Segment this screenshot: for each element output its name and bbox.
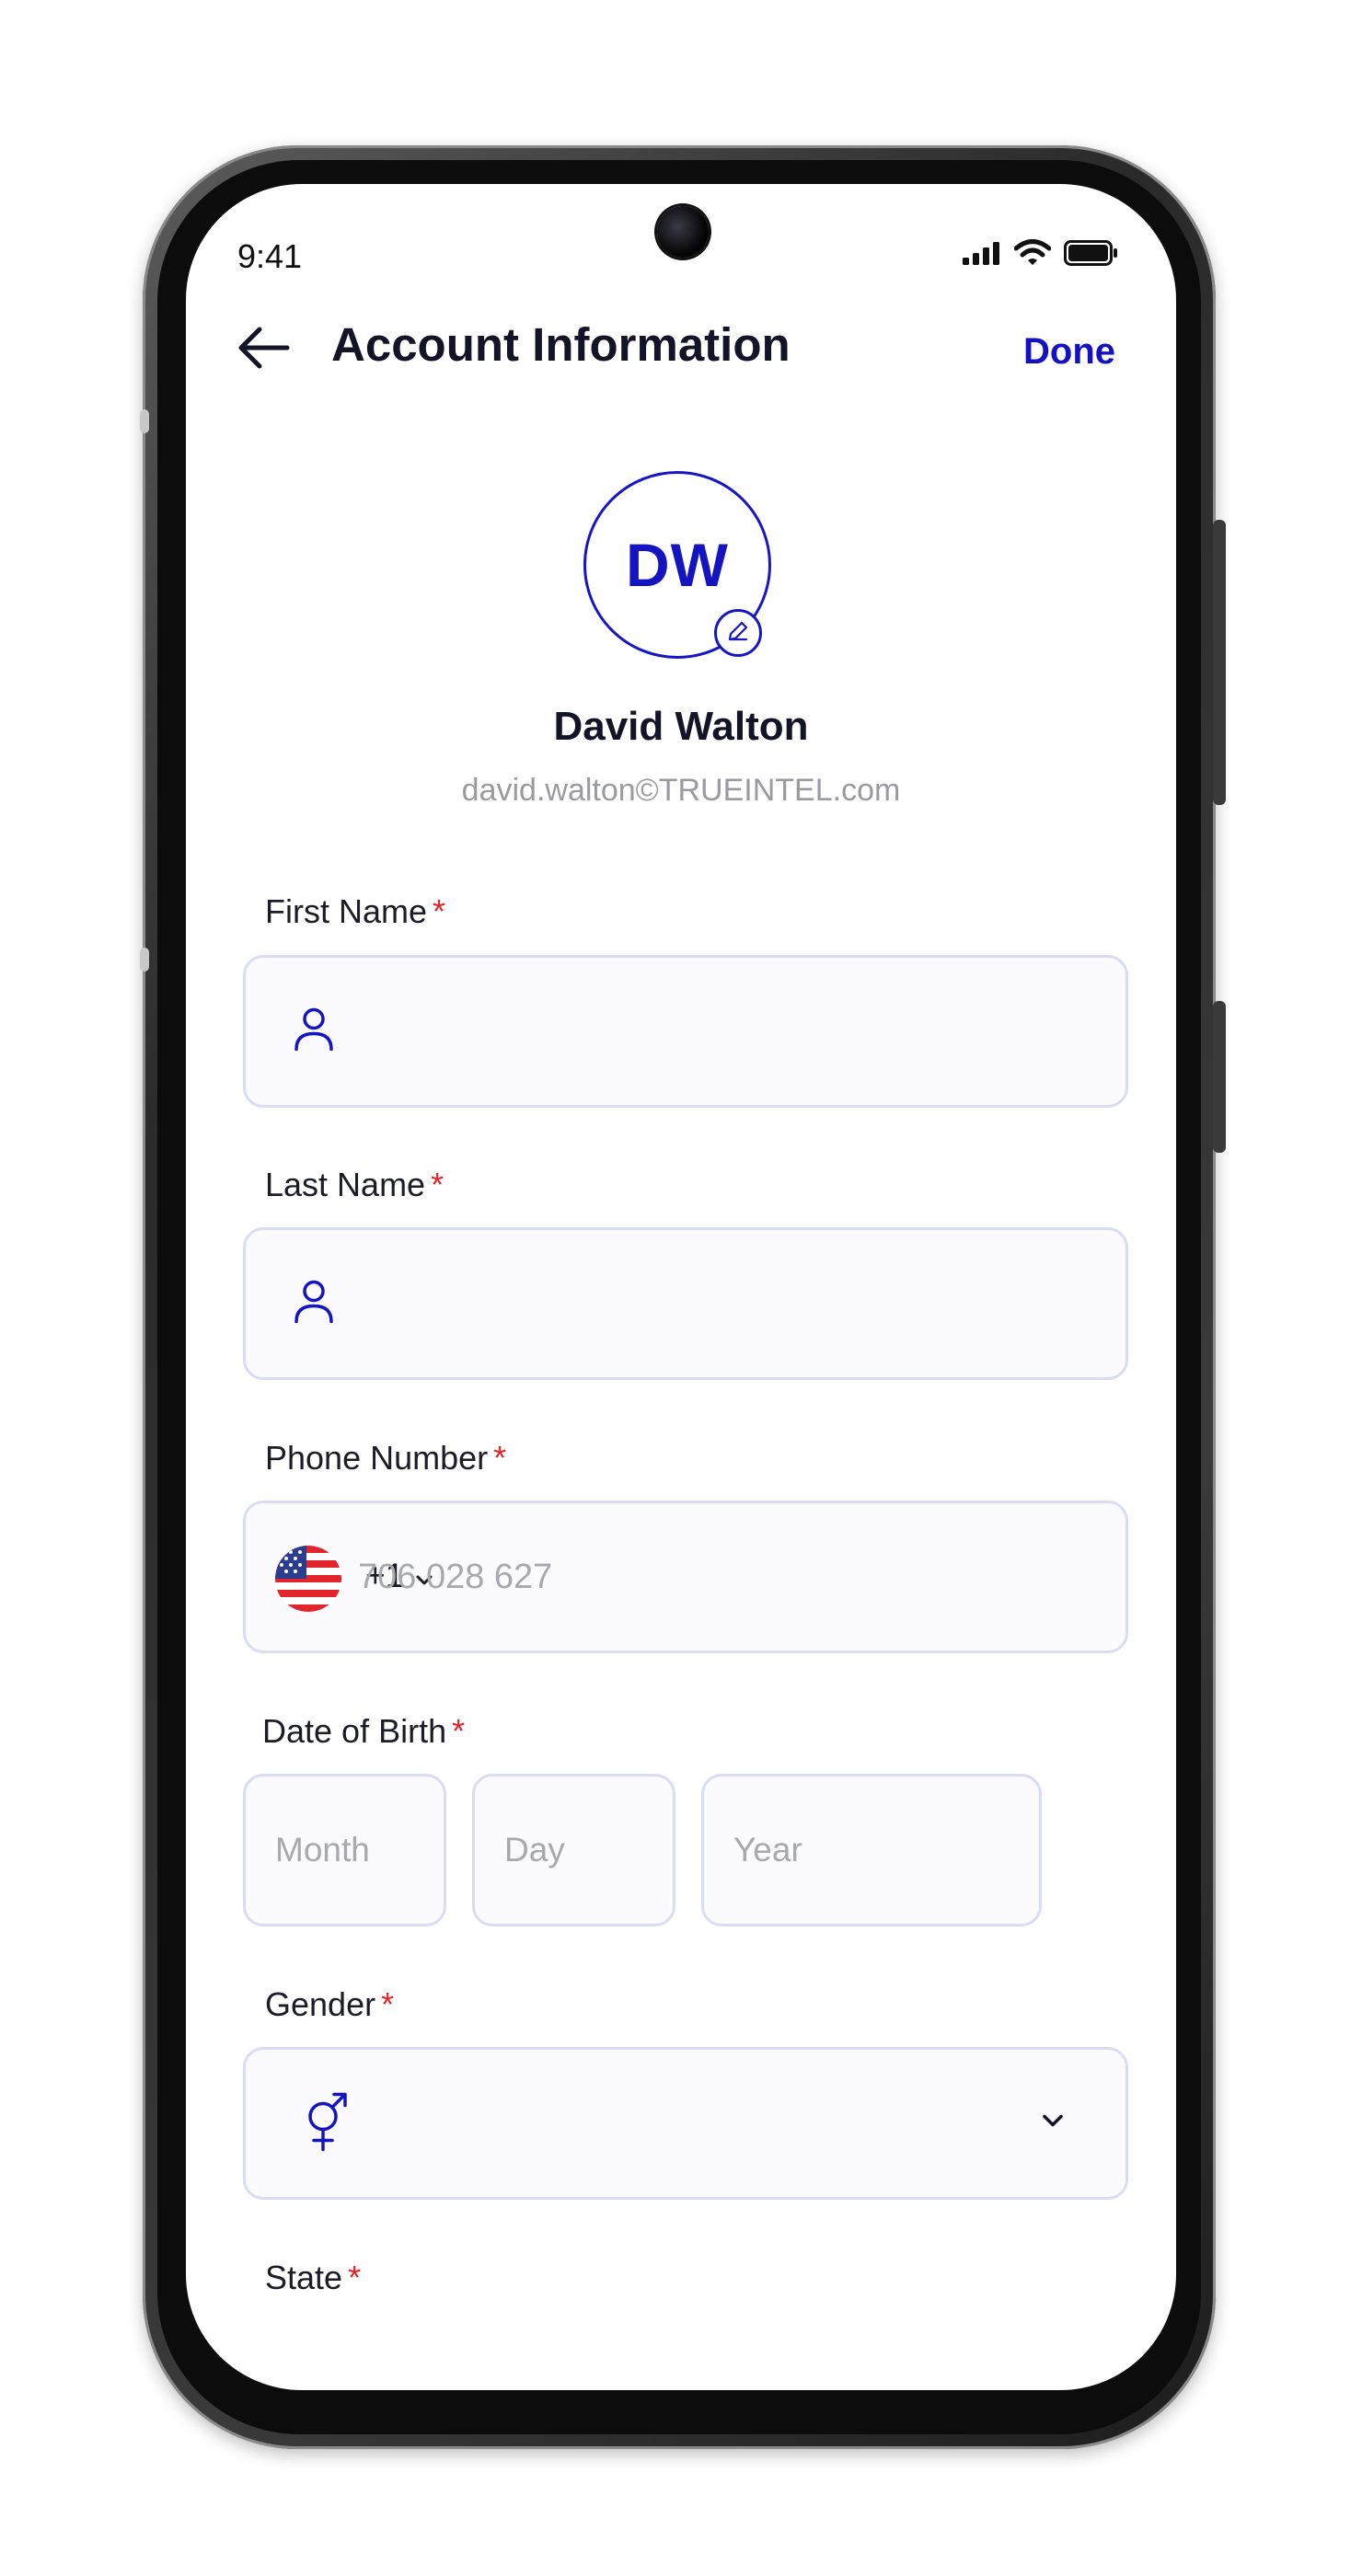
required-marker: * — [431, 1166, 444, 1203]
app-screen: 9:41 Account Information Done DW David W… — [186, 184, 1176, 2390]
done-button[interactable]: Done — [1023, 331, 1115, 373]
gender-label-text: Gender — [265, 1985, 376, 2023]
status-time: 9:41 — [237, 237, 303, 275]
required-marker: * — [433, 892, 446, 930]
phone-number-label: Phone Number * — [265, 1439, 506, 1478]
page-title: Account Information — [331, 318, 791, 371]
dob-month-input[interactable] — [273, 1777, 425, 1924]
first-name-input[interactable] — [356, 958, 1098, 1105]
dob-year-field[interactable] — [701, 1774, 1042, 1926]
state-label: State * — [265, 2259, 361, 2297]
gender-select[interactable] — [243, 2047, 1128, 2200]
user-icon — [292, 1278, 336, 1330]
dob-day-field[interactable] — [472, 1774, 675, 1926]
phone-number-field[interactable]: +1 — [243, 1501, 1128, 1653]
state-label-text: State — [265, 2259, 343, 2296]
last-name-input[interactable] — [356, 1230, 1098, 1377]
arrow-left-icon — [234, 327, 293, 381]
last-name-label-text: Last Name — [265, 1166, 426, 1203]
chevron-down-icon — [1041, 2113, 1065, 2134]
front-camera — [657, 206, 709, 258]
cellular-signal-icon — [963, 241, 1001, 270]
required-marker: * — [348, 2259, 362, 2296]
avatar-initials: DW — [626, 531, 729, 599]
status-icons — [963, 239, 1119, 271]
wifi-icon — [1013, 239, 1052, 271]
dob-day-input[interactable] — [502, 1777, 654, 1924]
left-side-button-1 — [140, 409, 149, 433]
required-marker: * — [452, 1712, 466, 1750]
edit-avatar-button[interactable] — [714, 609, 762, 657]
last-name-field[interactable] — [243, 1227, 1128, 1380]
left-side-button-2 — [140, 948, 149, 972]
required-marker: * — [493, 1439, 507, 1477]
profile-name: David Walton — [553, 704, 809, 749]
volume-up-button — [1213, 520, 1226, 805]
phone-number-label-text: Phone Number — [265, 1439, 489, 1477]
back-button[interactable] — [234, 318, 293, 377]
pencil-icon — [726, 619, 750, 648]
first-name-field[interactable] — [243, 955, 1128, 1108]
required-marker: * — [381, 1985, 395, 2023]
phone-number-input[interactable] — [356, 1503, 1098, 1650]
user-icon — [292, 1006, 336, 1058]
first-name-label: First Name * — [265, 892, 445, 931]
date-of-birth-label-text: Date of Birth — [262, 1712, 447, 1750]
gender-label: Gender * — [265, 1985, 394, 2024]
first-name-label-text: First Name — [265, 892, 428, 930]
last-name-label: Last Name * — [265, 1166, 444, 1204]
dob-month-field[interactable] — [243, 1774, 446, 1926]
power-button — [1213, 1001, 1226, 1153]
profile-email: david.walton©TRUEINTEL.com — [461, 773, 901, 808]
us-flag-icon — [275, 1546, 341, 1612]
gender-symbol-icon — [303, 2089, 351, 2158]
date-of-birth-label: Date of Birth * — [262, 1712, 465, 1751]
battery-icon — [1064, 240, 1119, 270]
dob-year-input[interactable] — [732, 1777, 1021, 1924]
